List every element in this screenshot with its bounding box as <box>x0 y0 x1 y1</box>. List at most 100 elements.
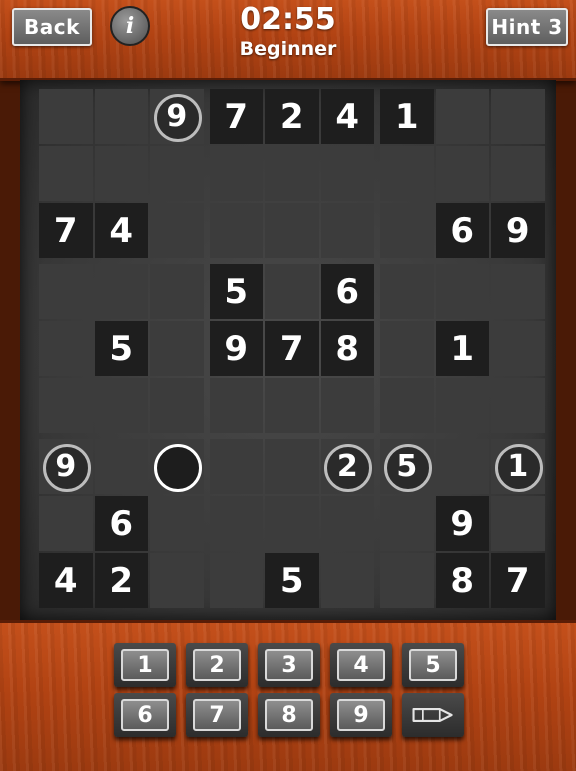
sudoku-cell[interactable]: 5 <box>209 263 265 320</box>
sudoku-cell[interactable] <box>379 495 435 552</box>
sudoku-cell[interactable]: 5 <box>379 438 435 495</box>
sudoku-cell[interactable]: 4 <box>320 88 376 145</box>
sudoku-cell[interactable] <box>490 263 546 320</box>
sudoku-cell[interactable] <box>209 202 265 259</box>
sudoku-cell[interactable] <box>490 377 546 434</box>
sudoku-cell[interactable] <box>490 495 546 552</box>
pencil-mode-button[interactable] <box>402 693 464 737</box>
cell-digit: 2 <box>279 96 304 137</box>
sudoku-cell[interactable]: 6 <box>320 263 376 320</box>
sudoku-cell[interactable] <box>435 88 491 145</box>
sudoku-cell[interactable] <box>379 263 435 320</box>
sudoku-cell[interactable]: 9 <box>149 88 205 145</box>
sudoku-cell[interactable] <box>435 377 491 434</box>
sudoku-cell[interactable] <box>264 377 320 434</box>
sudoku-cell[interactable] <box>149 495 205 552</box>
sudoku-cell[interactable] <box>490 320 546 377</box>
sudoku-cell[interactable] <box>209 552 265 609</box>
key-5[interactable]: 5 <box>402 643 464 687</box>
key-9[interactable]: 9 <box>330 693 392 737</box>
sudoku-cell[interactable] <box>38 320 94 377</box>
sudoku-cell[interactable] <box>149 202 205 259</box>
sudoku-cell[interactable]: 7 <box>264 320 320 377</box>
sudoku-cell[interactable] <box>149 552 205 609</box>
sudoku-cell[interactable]: 1 <box>490 438 546 495</box>
sudoku-grid: 972417469565978192516942587 <box>20 80 556 620</box>
sudoku-cell[interactable] <box>38 88 94 145</box>
sudoku-cell[interactable] <box>38 377 94 434</box>
sudoku-cell[interactable]: 9 <box>490 202 546 259</box>
sudoku-cell[interactable] <box>379 320 435 377</box>
sudoku-cell[interactable]: 5 <box>94 320 150 377</box>
cell-digit: 9 <box>224 328 249 369</box>
sudoku-cell[interactable] <box>320 202 376 259</box>
sudoku-cell[interactable] <box>435 438 491 495</box>
sudoku-cell[interactable]: 9 <box>38 438 94 495</box>
sudoku-cell[interactable] <box>379 145 435 202</box>
cell-digit: 7 <box>224 96 249 137</box>
sudoku-cell[interactable]: 6 <box>435 202 491 259</box>
sudoku-cell[interactable] <box>264 202 320 259</box>
sudoku-cell[interactable] <box>490 145 546 202</box>
sudoku-cell[interactable] <box>149 263 205 320</box>
sudoku-cell[interactable] <box>320 552 376 609</box>
sudoku-cell[interactable] <box>379 552 435 609</box>
sudoku-cell[interactable]: 5 <box>264 552 320 609</box>
sudoku-cell[interactable]: 2 <box>264 88 320 145</box>
sudoku-cell[interactable] <box>209 145 265 202</box>
key-6[interactable]: 6 <box>114 693 176 737</box>
sudoku-cell[interactable] <box>320 377 376 434</box>
sudoku-cell[interactable]: 4 <box>94 202 150 259</box>
sudoku-cell[interactable]: 9 <box>209 320 265 377</box>
sudoku-cell[interactable]: 2 <box>94 552 150 609</box>
hint-button[interactable]: Hint 3 <box>486 8 568 46</box>
sudoku-cell[interactable]: 9 <box>435 495 491 552</box>
key-8[interactable]: 8 <box>258 693 320 737</box>
key-label: 5 <box>409 649 457 681</box>
sudoku-cell[interactable]: 7 <box>209 88 265 145</box>
sudoku-cell[interactable] <box>264 495 320 552</box>
sudoku-cell[interactable] <box>435 263 491 320</box>
sudoku-cell[interactable] <box>149 320 205 377</box>
sudoku-cell[interactable] <box>149 377 205 434</box>
sudoku-cell[interactable] <box>38 263 94 320</box>
sudoku-cell[interactable]: 4 <box>38 552 94 609</box>
bottom-bar: 12345 6789 <box>0 620 576 771</box>
key-1[interactable]: 1 <box>114 643 176 687</box>
sudoku-cell[interactable] <box>264 263 320 320</box>
sudoku-cell[interactable]: 7 <box>490 552 546 609</box>
sudoku-cell[interactable] <box>149 145 205 202</box>
key-3[interactable]: 3 <box>258 643 320 687</box>
sudoku-cell[interactable] <box>379 377 435 434</box>
cell-digit: 4 <box>335 96 360 137</box>
sudoku-cell[interactable]: 1 <box>379 88 435 145</box>
key-4[interactable]: 4 <box>330 643 392 687</box>
sudoku-cell[interactable] <box>94 145 150 202</box>
sudoku-cell[interactable] <box>38 495 94 552</box>
sudoku-cell[interactable] <box>320 495 376 552</box>
sudoku-cell[interactable]: 6 <box>94 495 150 552</box>
sudoku-cell[interactable] <box>490 88 546 145</box>
sudoku-cell[interactable] <box>320 145 376 202</box>
sudoku-cell[interactable] <box>94 88 150 145</box>
sudoku-cell[interactable] <box>38 145 94 202</box>
sudoku-cell[interactable] <box>94 438 150 495</box>
sudoku-cell[interactable] <box>149 438 205 495</box>
sudoku-cell[interactable] <box>264 145 320 202</box>
sudoku-cell[interactable]: 1 <box>435 320 491 377</box>
sudoku-cell[interactable] <box>264 438 320 495</box>
sudoku-cell[interactable] <box>379 202 435 259</box>
sudoku-cell[interactable] <box>209 495 265 552</box>
sudoku-cell[interactable]: 7 <box>38 202 94 259</box>
cell-digit: 4 <box>53 560 78 601</box>
sudoku-cell[interactable] <box>209 438 265 495</box>
sudoku-cell[interactable] <box>209 377 265 434</box>
sudoku-cell[interactable]: 8 <box>320 320 376 377</box>
sudoku-cell[interactable] <box>94 263 150 320</box>
sudoku-cell[interactable] <box>435 145 491 202</box>
sudoku-cell[interactable]: 8 <box>435 552 491 609</box>
key-2[interactable]: 2 <box>186 643 248 687</box>
sudoku-cell[interactable] <box>94 377 150 434</box>
key-7[interactable]: 7 <box>186 693 248 737</box>
sudoku-cell[interactable]: 2 <box>320 438 376 495</box>
